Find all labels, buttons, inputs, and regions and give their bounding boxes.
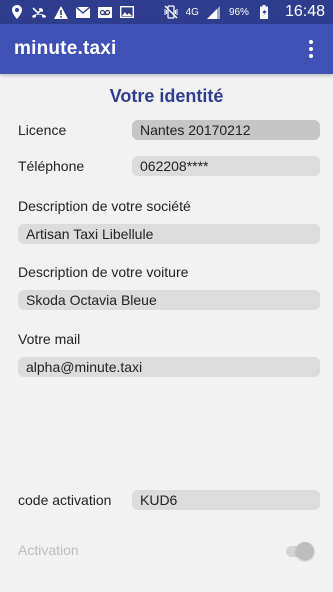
email-label: Votre mail [18, 331, 81, 347]
activation-toggle[interactable] [284, 541, 316, 561]
car-description-field[interactable]: Skoda Octavia Bleue [18, 290, 320, 310]
app-bar: minute.taxi [0, 24, 333, 74]
activation-code-field[interactable]: KUD6 [132, 490, 320, 510]
warning-icon [54, 5, 68, 19]
car-description-label: Description de votre voiture [18, 264, 189, 280]
location-icon [10, 5, 24, 19]
signal-icon [207, 5, 221, 19]
photo-icon [120, 5, 134, 19]
missed-call-icon [32, 5, 46, 19]
menu-dot [309, 54, 313, 58]
licence-label: Licence [18, 122, 67, 138]
app-title: minute.taxi [14, 38, 117, 59]
battery-percent: 96% [228, 6, 249, 18]
activation-label: Activation [18, 542, 79, 558]
clock: 16:48 [284, 3, 325, 20]
toggle-thumb [296, 542, 314, 560]
menu-dot [309, 47, 313, 51]
overflow-menu-icon[interactable] [303, 38, 319, 60]
notification-icons [10, 5, 134, 19]
network-type-label: 4G [185, 6, 199, 18]
company-description-field[interactable]: Artisan Taxi Libellule [18, 224, 320, 244]
licence-field[interactable]: Nantes 20170212 [132, 120, 320, 140]
vibrate-icon [164, 5, 178, 19]
system-icons: 4G 96% 16:48 [164, 3, 325, 21]
voicemail-icon [98, 5, 112, 19]
telephone-label: Téléphone [18, 158, 85, 174]
mail-icon [76, 5, 90, 19]
email-field[interactable]: alpha@minute.taxi [18, 357, 320, 377]
page-title: Votre identité [109, 86, 224, 106]
battery-icon [257, 5, 271, 19]
menu-dot [309, 40, 313, 44]
telephone-field[interactable]: 062208**** [132, 156, 320, 176]
status-bar: 4G 96% 16:48 [0, 0, 333, 24]
activation-code-label: code activation [18, 492, 112, 508]
company-description-label: Description de votre société [18, 198, 191, 214]
